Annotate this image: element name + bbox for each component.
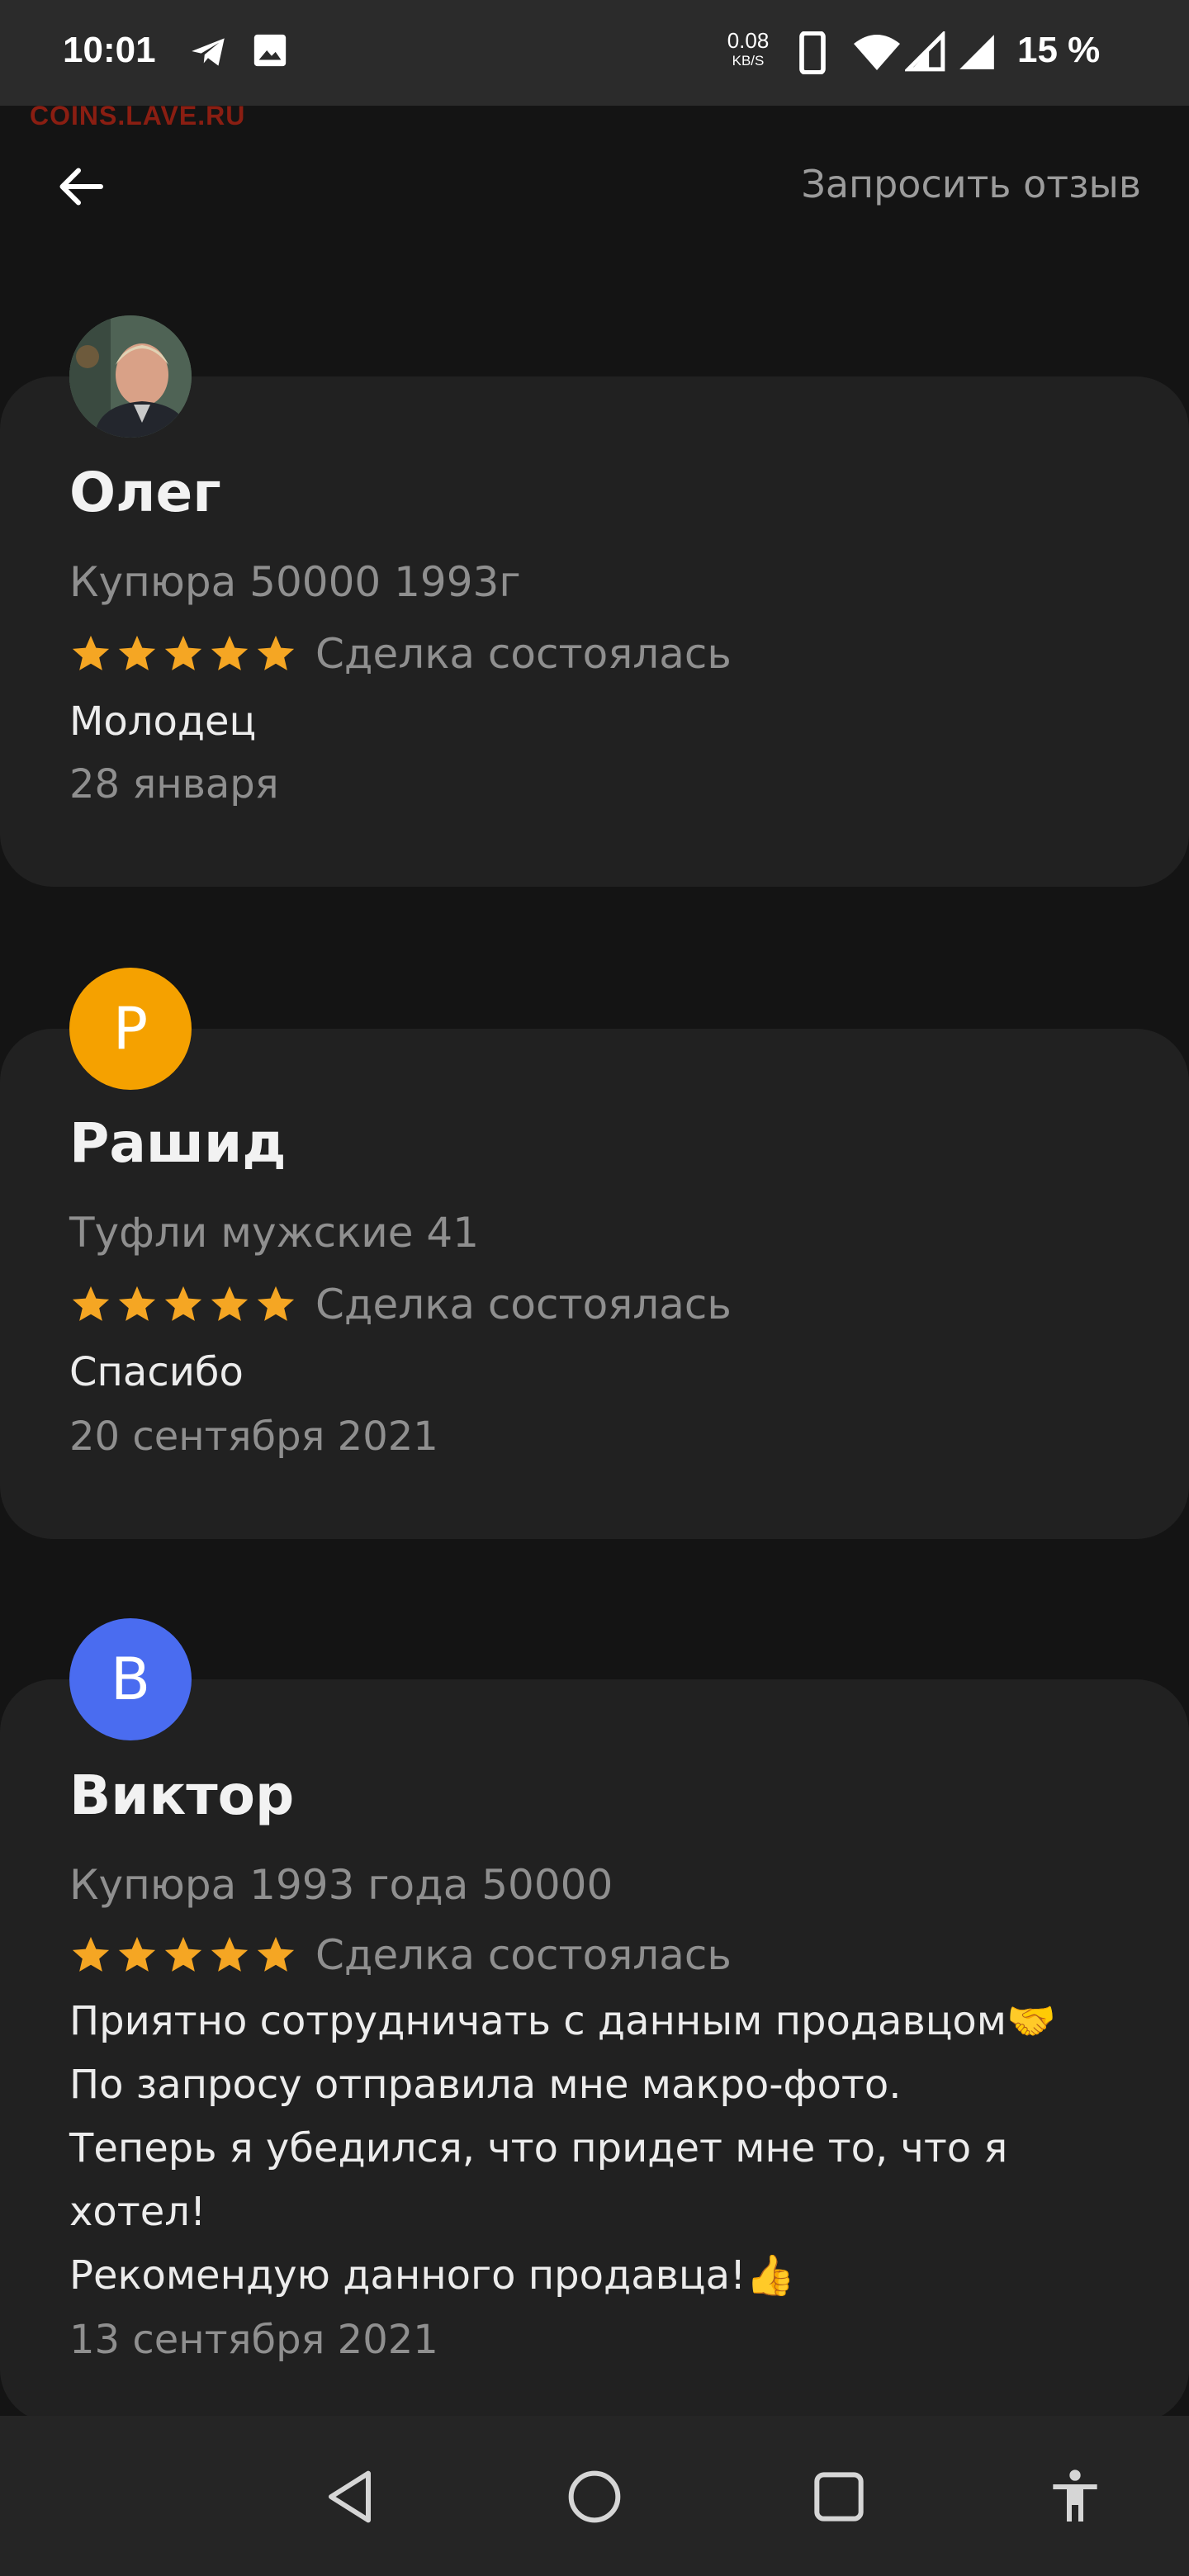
request-review-button[interactable]: Запросить отзыв xyxy=(801,162,1141,206)
battery-level: 15 % xyxy=(1017,30,1101,70)
star-icon xyxy=(257,635,295,670)
star-icon xyxy=(257,1286,295,1321)
rating-row: Сделка состоялась xyxy=(69,1930,732,1980)
star-icon xyxy=(211,635,249,670)
phone-icon xyxy=(799,31,826,74)
telegram-icon xyxy=(192,38,225,66)
review-text-line: Приятно сотрудничать с данным продавцом🤝 xyxy=(69,1998,1056,2044)
star-icon xyxy=(72,1286,110,1321)
recents-square-icon xyxy=(814,2472,864,2522)
review-text-line: Рекомендую данного продавца!👍 xyxy=(69,2252,795,2299)
avatar-letter: В xyxy=(110,1646,151,1713)
home-circle-icon xyxy=(568,2470,621,2523)
nav-accessibility-button[interactable] xyxy=(1042,2464,1108,2530)
star-icon xyxy=(211,1286,249,1321)
star-icon xyxy=(164,1286,202,1321)
avatar[interactable] xyxy=(69,315,192,438)
nav-home-button[interactable] xyxy=(561,2464,628,2530)
speed-unit: KB/S xyxy=(732,53,765,69)
star-icon xyxy=(118,1936,156,1972)
nav-back-button[interactable] xyxy=(319,2464,385,2530)
star-icon xyxy=(72,1936,110,1972)
back-triangle-icon xyxy=(329,2470,371,2523)
review-date: 20 сентября 2021 xyxy=(69,1413,438,1460)
reviewer-name: Рашид xyxy=(69,1111,287,1175)
deal-status: Сделка состоялась xyxy=(315,630,732,678)
deal-status: Сделка состоялась xyxy=(315,1281,732,1328)
status-time: 10:01 xyxy=(63,30,156,70)
reviewer-name: Виктор xyxy=(69,1764,295,1827)
star-icon xyxy=(257,1936,295,1972)
star-rating xyxy=(69,632,297,675)
star-rating xyxy=(69,1934,297,1977)
star-icon xyxy=(164,1936,202,1972)
review-item-title: Купюра 50000 1993г xyxy=(69,558,521,606)
star-icon xyxy=(72,635,110,670)
review-text-line: Теперь я убедился, что придет мне то, чт… xyxy=(69,2125,1008,2235)
rating-row: Сделка состоялась xyxy=(69,1280,732,1329)
star-rating xyxy=(69,1283,297,1326)
star-icon xyxy=(118,1286,156,1321)
status-bar: 10:01 0.08 KB/S 15 % xyxy=(0,0,1189,106)
system-nav-bar xyxy=(0,2416,1189,2576)
review-item-title: Купюра 1993 года 50000 xyxy=(69,1861,613,1909)
star-icon xyxy=(118,635,156,670)
avatar[interactable]: В xyxy=(69,1618,192,1740)
watermark: COINS.LAVE.RU xyxy=(30,101,246,130)
network-speed: 0.08 KB/S xyxy=(723,30,773,68)
review-item-title: Туфли мужские 41 xyxy=(69,1209,480,1257)
back-button[interactable] xyxy=(51,157,111,216)
accessibility-icon xyxy=(1053,2469,1097,2522)
review-text: Спасибо xyxy=(69,1349,244,1395)
wifi-icon xyxy=(854,35,900,70)
review-text: Приятно сотрудничать с данным продавцом🤝… xyxy=(69,1990,1093,2308)
arrow-left-icon xyxy=(59,168,103,206)
review-text: Молодец xyxy=(69,698,257,745)
nav-recents-button[interactable] xyxy=(806,2464,872,2530)
rating-row: Сделка состоялась xyxy=(69,629,732,679)
image-icon xyxy=(253,34,287,67)
review-date: 13 сентября 2021 xyxy=(69,2317,438,2363)
reviewer-name: Олег xyxy=(69,461,221,524)
star-icon xyxy=(164,635,202,670)
signal-icon-2 xyxy=(959,35,994,69)
star-icon xyxy=(211,1936,249,1972)
review-text-line: По запросу отправила мне макро-фото. xyxy=(69,2062,902,2108)
avatar-photo xyxy=(69,315,192,438)
review-date: 28 января xyxy=(69,761,279,807)
avatar-letter: Р xyxy=(112,995,149,1063)
deal-status: Сделка состоялась xyxy=(315,1931,732,1979)
speed-value: 0.08 xyxy=(727,28,770,53)
signal-icon xyxy=(905,31,945,72)
avatar[interactable]: Р xyxy=(69,968,192,1090)
